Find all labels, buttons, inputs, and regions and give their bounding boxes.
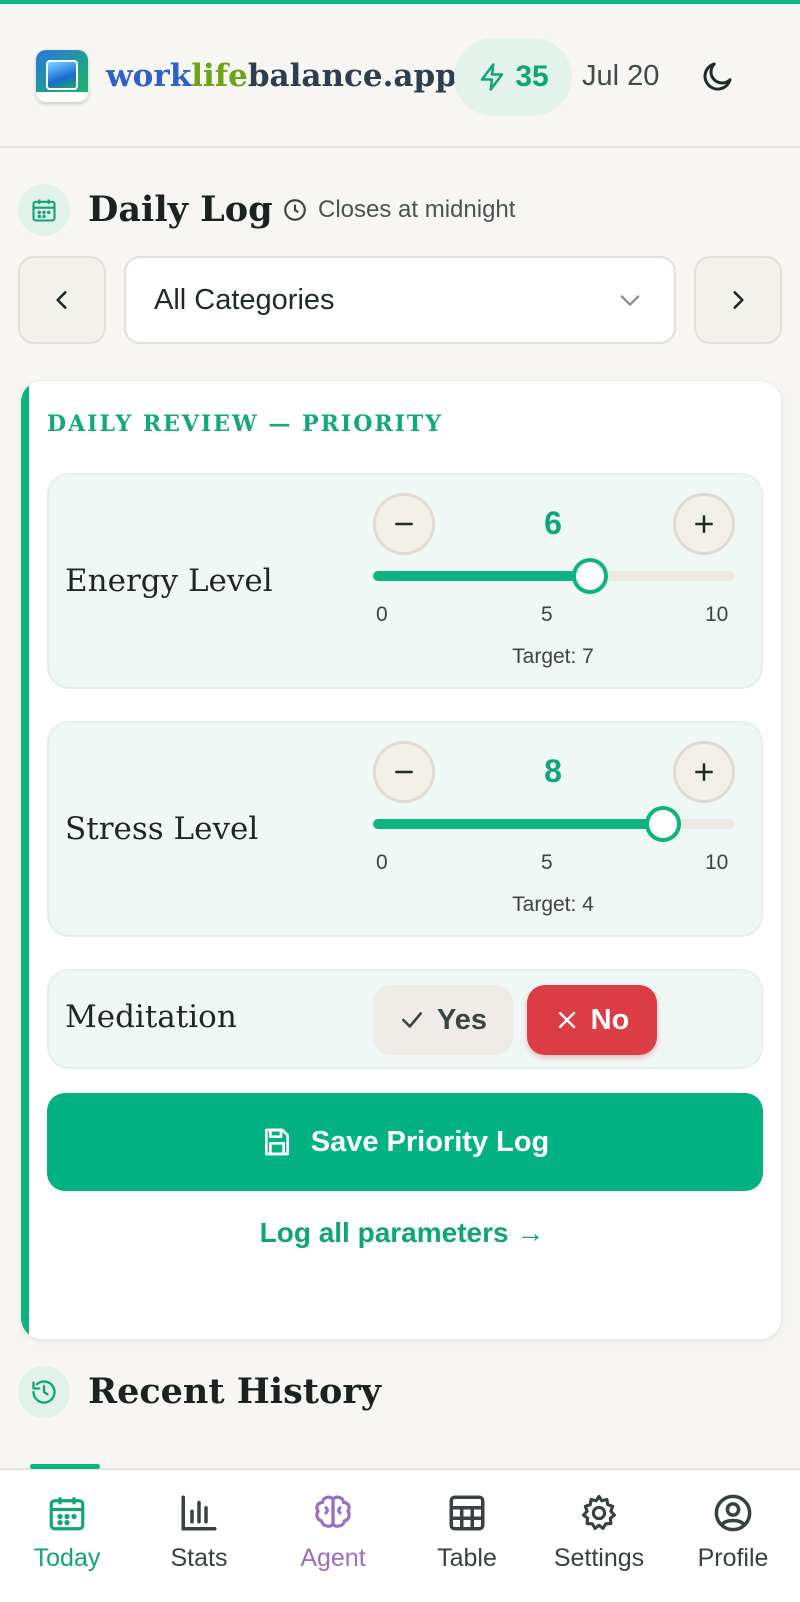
card-title: DAILY REVIEW — PRIORITY <box>47 411 444 437</box>
chevron-right-icon <box>733 291 744 309</box>
brand-name[interactable]: worklifebalance.app <box>106 56 457 96</box>
log-all-parameters-link[interactable]: Log all parameters → <box>21 1217 781 1249</box>
check-icon <box>402 1012 422 1028</box>
energy-target: Target: 7 <box>512 645 594 668</box>
category-select[interactable]: All Categories <box>124 256 676 344</box>
meditation-label: Meditation <box>65 999 237 1035</box>
stress-slider-fill <box>373 819 663 829</box>
stress-tick-mid: 5 <box>541 851 553 874</box>
stress-target: Target: 4 <box>512 893 594 916</box>
nav-stats-label: Stats <box>170 1544 228 1572</box>
bottom-navigation: Today Stats Agent Table Settings Profile <box>0 1464 800 1602</box>
meditation-yes-button[interactable]: Yes <box>373 985 513 1055</box>
recent-history-title: Recent History <box>88 1371 382 1412</box>
table-icon <box>449 1495 485 1531</box>
energy-slider-fill <box>373 571 591 581</box>
chevron-down-icon <box>620 295 640 306</box>
save-icon <box>264 1128 289 1156</box>
calendar-icon <box>49 1497 85 1531</box>
history-icon <box>32 1380 56 1404</box>
app-header: worklifebalance.app 35 Jul 20 <box>0 4 800 148</box>
stress-tick-max: 10 <box>705 851 729 874</box>
stress-value: 8 <box>544 753 562 789</box>
nav-today[interactable]: Today <box>2 1492 132 1592</box>
save-label: Save Priority Log <box>310 1125 550 1158</box>
stress-level-row: Stress Level 8 0 5 10 Target: 4 <box>47 721 763 937</box>
energy-increase-button[interactable] <box>673 493 735 555</box>
nav-stats[interactable]: Stats <box>134 1492 264 1592</box>
minus-icon <box>395 770 413 774</box>
gear-icon <box>582 1494 616 1530</box>
energy-value: 6 <box>544 505 562 541</box>
streak-badge[interactable]: 35 <box>454 38 572 116</box>
calendar-icon <box>32 199 56 222</box>
stress-slider-thumb[interactable] <box>644 806 681 842</box>
nav-agent[interactable]: Agent <box>268 1492 398 1592</box>
energy-tick-mid: 5 <box>541 603 553 626</box>
plus-icon <box>695 763 713 781</box>
calendar-icon-badge <box>18 184 70 236</box>
nav-settings[interactable]: Settings <box>534 1492 664 1592</box>
clock-icon <box>284 199 306 221</box>
bolt-icon <box>481 63 504 91</box>
stress-increase-button[interactable] <box>673 741 735 803</box>
app-logo[interactable] <box>36 50 88 102</box>
nav-agent-label: Agent <box>300 1544 366 1572</box>
yes-label: Yes <box>437 1003 487 1036</box>
meditation-row: Meditation Yes No <box>47 969 763 1069</box>
user-circle-icon <box>714 1494 752 1532</box>
nav-settings-label: Settings <box>553 1544 645 1572</box>
streak-count: 35 <box>515 60 549 93</box>
stress-label: Stress Level <box>65 811 259 847</box>
bar-chart-icon <box>181 1495 217 1531</box>
daily-log-title: Daily Log <box>88 189 273 230</box>
plus-icon <box>695 515 713 533</box>
nav-profile-label: Profile <box>697 1544 769 1572</box>
next-category-button[interactable] <box>694 256 782 344</box>
close-icon <box>558 1011 575 1029</box>
history-icon-badge <box>18 1366 70 1418</box>
energy-slider[interactable] <box>373 558 735 594</box>
priority-review-card: DAILY REVIEW — PRIORITY Energy Level 6 0… <box>20 380 782 1340</box>
closes-notice: Closes at midnight <box>282 192 515 228</box>
energy-level-row: Energy Level 6 0 5 10 Target: 7 <box>47 473 763 689</box>
brain-icon <box>315 1495 351 1528</box>
moon-icon[interactable] <box>700 58 736 94</box>
nav-table[interactable]: Table <box>402 1492 532 1592</box>
energy-decrease-button[interactable] <box>373 493 435 555</box>
no-label: No <box>590 1003 630 1036</box>
nav-profile[interactable]: Profile <box>668 1492 798 1592</box>
meditation-no-button[interactable]: No <box>527 985 657 1055</box>
category-select-value: All Categories <box>154 283 335 316</box>
nav-today-label: Today <box>33 1544 101 1572</box>
current-date: Jul 20 <box>582 60 660 92</box>
energy-label: Energy Level <box>65 563 273 599</box>
save-priority-log-button[interactable]: Save Priority Log <box>47 1093 763 1191</box>
stress-tick-min: 0 <box>376 851 388 874</box>
card-accent-bar <box>21 381 29 1339</box>
energy-tick-min: 0 <box>376 603 388 626</box>
energy-slider-thumb[interactable] <box>572 558 609 594</box>
minus-icon <box>395 522 413 526</box>
stress-slider[interactable] <box>373 806 735 842</box>
closes-text: Closes at midnight <box>318 196 516 223</box>
prev-category-button[interactable] <box>18 256 106 344</box>
energy-tick-max: 10 <box>705 603 729 626</box>
active-tab-indicator <box>30 1464 100 1469</box>
chevron-left-icon <box>56 291 67 309</box>
nav-table-label: Table <box>437 1544 497 1572</box>
stress-decrease-button[interactable] <box>373 741 435 803</box>
